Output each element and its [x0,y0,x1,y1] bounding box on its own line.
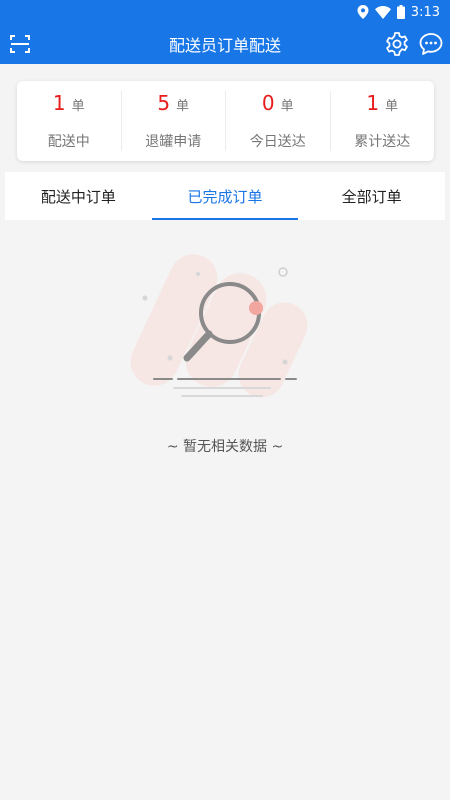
app-bar: 配送员订单配送 [0,24,450,64]
empty-state-text: ~ 暂无相关数据 ~ [166,439,284,455]
stat-value: 1 [366,91,380,115]
chat-icon[interactable] [418,31,444,57]
stat-value: 5 [157,91,171,115]
empty-search-illustration [130,254,308,398]
page-title: 配送员订单配送 [168,36,281,55]
gear-icon[interactable] [384,31,410,57]
stat-unit: 单 [280,99,294,114]
stat-return-requests[interactable]: 5 单 退罐申请 [122,91,226,151]
stat-today-delivered[interactable]: 0 单 今日送达 [226,91,331,151]
stats-card: 1 单 配送中 5 单 退罐申请 0 单 今日送达 1 单 累计送达 [17,81,434,161]
tab-all-orders[interactable]: 全部订单 [298,172,445,220]
stat-unit: 单 [385,99,399,114]
stat-label: 今日送达 [249,134,306,150]
order-tabs: 配送中订单 已完成订单 全部订单 [5,172,445,220]
stat-label: 配送中 [47,134,90,150]
stat-unit: 单 [176,99,190,114]
stat-unit: 单 [71,99,85,114]
battery-icon [396,5,405,19]
stat-label: 累计送达 [354,134,411,150]
wifi-icon [374,5,391,19]
location-icon [357,5,369,19]
stat-total-delivered[interactable]: 1 单 累计送达 [331,91,435,151]
status-bar: 3:13 [0,0,450,24]
stat-label: 退罐申请 [145,134,202,150]
tab-delivering-orders[interactable]: 配送中订单 [5,172,152,220]
stat-value: 0 [261,91,275,115]
stat-delivering[interactable]: 1 单 配送中 [17,91,122,151]
status-time: 3:13 [410,4,440,20]
tab-completed-orders[interactable]: 已完成订单 [151,172,299,220]
stat-value: 1 [52,91,66,115]
